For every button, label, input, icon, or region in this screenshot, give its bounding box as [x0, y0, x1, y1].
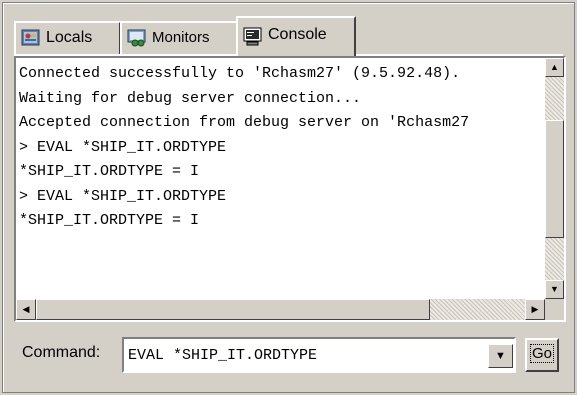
console-icon: [243, 26, 263, 46]
chevron-down-icon: ▼: [495, 350, 506, 362]
command-label: Command:: [22, 344, 101, 361]
console-lines: Connected successfully to 'Rchasm27' (9.…: [19, 62, 545, 290]
arrow-right-icon: ▶: [531, 304, 539, 314]
command-input[interactable]: EVAL *SHIP_IT.ORDTYPE: [128, 347, 317, 364]
vertical-scrollbar[interactable]: ▲ ▼: [545, 58, 564, 299]
scroll-down-button[interactable]: ▼: [545, 280, 564, 299]
tab-console[interactable]: Console: [236, 16, 356, 56]
command-dropdown-button[interactable]: ▼: [488, 344, 513, 368]
command-combobox[interactable]: EVAL *SHIP_IT.ORDTYPE ▼: [122, 337, 516, 373]
console-line: Waiting for debug server connection...: [19, 89, 362, 107]
scroll-right-button[interactable]: ▶: [525, 299, 545, 320]
locals-icon: [21, 28, 41, 48]
vertical-scroll-thumb[interactable]: [545, 120, 564, 238]
horizontal-scrollbar[interactable]: ◀ ▶: [16, 299, 545, 320]
console-line: *SHIP_IT.ORDTYPE = I: [19, 212, 200, 229]
console-line: Accepted connection from debug server on…: [19, 114, 470, 131]
arrow-up-icon: ▲: [550, 62, 559, 72]
scroll-left-button[interactable]: ◀: [16, 299, 36, 320]
arrow-down-icon: ▼: [550, 284, 559, 294]
tab-console-label: Console: [268, 26, 327, 43]
console-line: > EVAL *SHIP_IT.ORDTYPE: [19, 138, 227, 156]
console-line: > EVAL *SHIP_IT.ORDTYPE: [19, 187, 227, 205]
go-button-label: Go: [529, 344, 555, 363]
arrow-left-icon: ◀: [22, 304, 30, 314]
console-line: Connected successfully to 'Rchasm27' (9.…: [19, 65, 461, 82]
console-line: *SHIP_IT.ORDTYPE = I: [19, 163, 200, 180]
tab-monitors[interactable]: Monitors: [120, 21, 238, 54]
go-button[interactable]: Go: [525, 338, 559, 372]
scroll-up-button[interactable]: ▲: [545, 58, 564, 77]
monitors-icon: [127, 28, 147, 48]
console-output[interactable]: Connected successfully to 'Rchasm27' (9.…: [14, 56, 566, 322]
scrollbar-corner: [545, 299, 564, 320]
horizontal-scroll-track[interactable]: [430, 299, 525, 320]
tab-locals-label: Locals: [46, 29, 93, 46]
tab-locals[interactable]: Locals: [14, 21, 121, 54]
tab-monitors-label: Monitors: [152, 29, 210, 46]
horizontal-scroll-thumb[interactable]: [36, 299, 430, 320]
